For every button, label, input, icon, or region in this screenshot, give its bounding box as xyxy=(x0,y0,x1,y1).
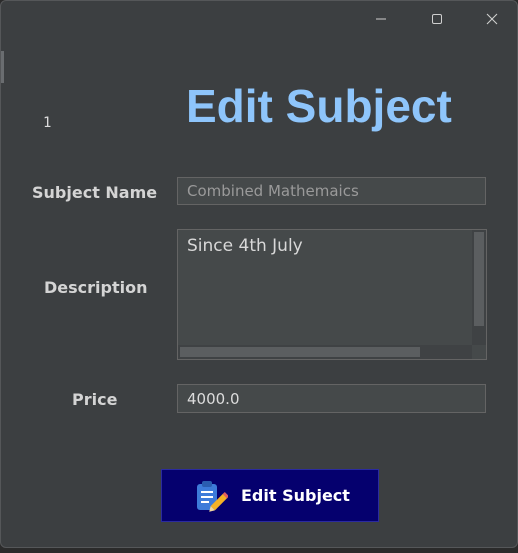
description-label: Description xyxy=(44,278,148,297)
description-textarea[interactable]: Since 4th July xyxy=(177,229,487,360)
description-text[interactable]: Since 4th July xyxy=(187,236,303,256)
subject-name-label: Subject Name xyxy=(32,183,158,202)
clipboard-edit-icon xyxy=(192,479,230,515)
price-input[interactable] xyxy=(177,384,486,413)
vertical-scroll-thumb[interactable] xyxy=(474,232,484,326)
maximize-icon xyxy=(431,13,443,25)
scroll-corner xyxy=(472,345,486,359)
vertical-scrollbar[interactable] xyxy=(472,230,486,345)
horizontal-scroll-thumb[interactable] xyxy=(180,347,420,357)
edit-subject-button-label: Edit Subject xyxy=(241,486,350,505)
background-window-edge xyxy=(1,51,4,83)
subject-id-label: 1 xyxy=(43,115,52,131)
edit-subject-button[interactable]: Edit Subject xyxy=(161,469,379,522)
price-label: Price xyxy=(72,390,118,409)
maximize-button[interactable] xyxy=(421,5,453,33)
subject-name-input[interactable] xyxy=(177,177,486,205)
close-button[interactable] xyxy=(476,5,508,33)
horizontal-scrollbar[interactable] xyxy=(178,345,472,359)
minimize-icon xyxy=(375,13,387,25)
minimize-button[interactable] xyxy=(365,5,397,33)
page-title: Edit Subject xyxy=(186,80,452,132)
title-bar xyxy=(1,1,517,37)
edit-subject-window: 1 Edit Subject Subject Name Description … xyxy=(0,0,518,548)
close-icon xyxy=(486,13,498,25)
